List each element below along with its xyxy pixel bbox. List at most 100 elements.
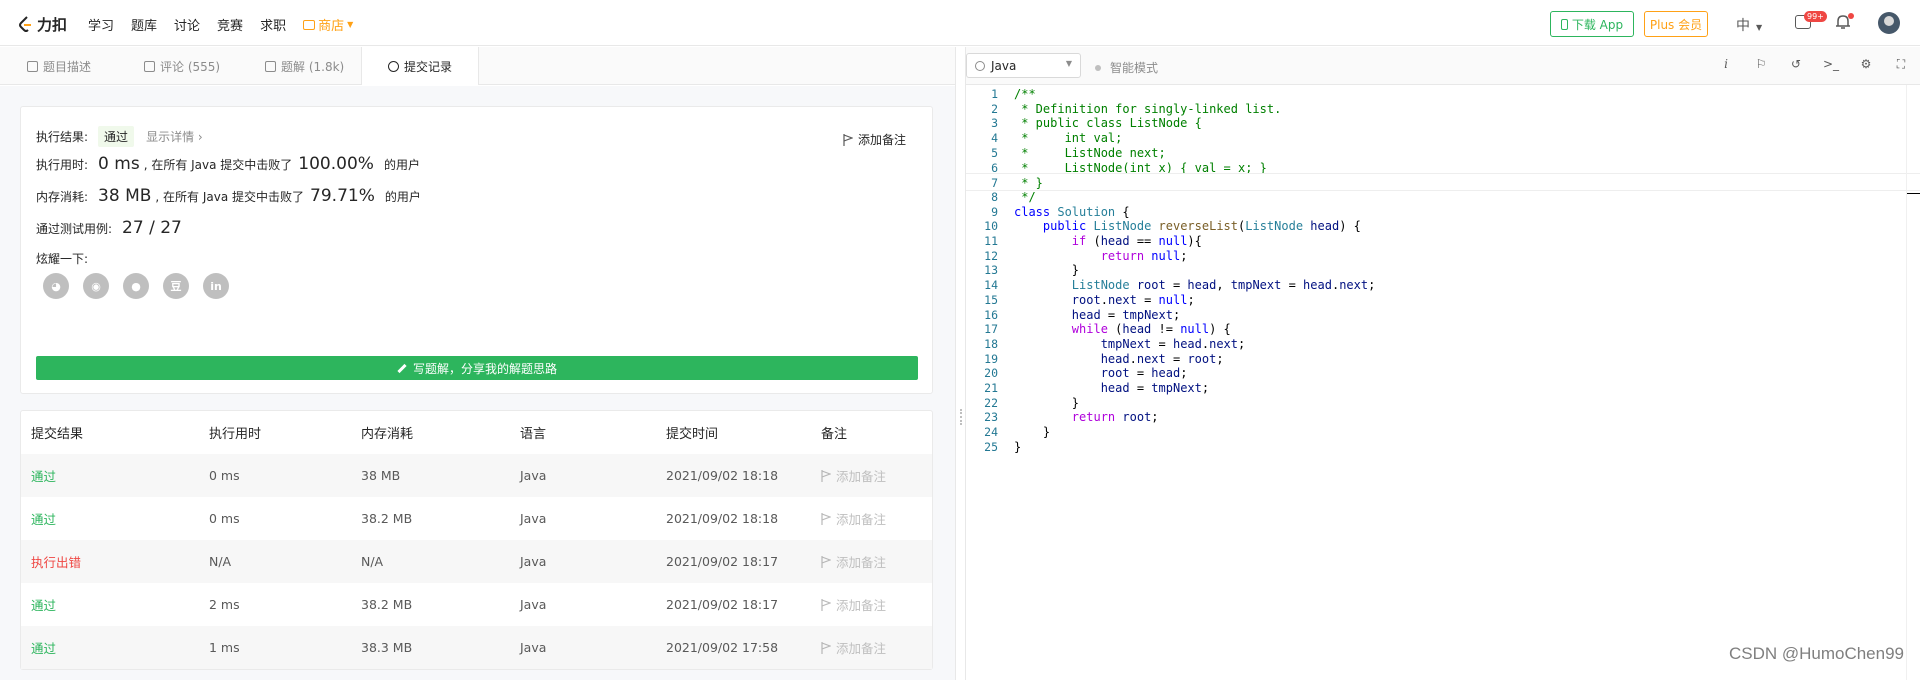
language-cell: Java (520, 468, 547, 483)
share-line: 炫耀一下: (36, 250, 98, 267)
status-label: 执行结果: (36, 130, 89, 144)
user-avatar[interactable] (1878, 12, 1900, 34)
add-note-button[interactable]: 添加备注 (843, 131, 906, 148)
weibo-icon[interactable]: ◉ (83, 273, 109, 299)
download-app-button[interactable]: 下载 App (1550, 11, 1634, 37)
code-text: } (1014, 438, 1021, 456)
add-note-cell[interactable]: 添加备注 (821, 552, 931, 571)
shop-icon (303, 19, 316, 30)
code-token: } (1014, 439, 1022, 454)
smart-mode-label: 智能模式 (1110, 61, 1159, 75)
code-line[interactable]: 25} (966, 438, 1920, 456)
info-icon[interactable]: i (1719, 57, 1733, 71)
add-note-label: 添加备注 (836, 469, 887, 484)
add-note-cell[interactable]: 添加备注 (821, 509, 931, 528)
settings-icon[interactable]: ⚙ (1859, 57, 1873, 71)
panel-splitter[interactable] (955, 47, 966, 680)
write-solution-label: 写题解，分享我的解题思路 (412, 361, 557, 376)
tests-label: 通过测试用例: (36, 222, 113, 236)
table-row[interactable]: 通过 0 ms 38.2 MB Java 2021/09/02 18:18 添加备注 (21, 497, 932, 540)
add-note-cell[interactable]: 添加备注 (821, 638, 931, 657)
result-card: 执行结果: 通过 显示详情 › 添加备注 执行用时: 0 ms , 在所有 Ja… (20, 106, 933, 394)
reset-icon[interactable]: ↺ (1789, 57, 1803, 71)
header-note: 备注 (821, 427, 848, 442)
douban-icon[interactable]: 豆 (163, 273, 189, 299)
language-select[interactable]: Java ▼ (966, 53, 1081, 78)
plus-member-button[interactable]: Plus 会员 (1644, 11, 1708, 37)
table-row[interactable]: 通过 2 ms 38.2 MB Java 2021/09/02 18:17 添加备注 (21, 583, 932, 626)
tab-comments-label: 评论 (555) (160, 59, 221, 74)
chevron-down-icon: ▼ (1065, 59, 1072, 68)
pencil-icon (397, 363, 407, 373)
table-row[interactable]: 通过 0 ms 38 MB Java 2021/09/02 18:18 添加备注 (21, 454, 932, 497)
nav-link-discuss[interactable]: 讨论 (174, 15, 200, 34)
memory-cell: 38.3 MB (361, 640, 413, 655)
nav-link-problems[interactable]: 题库 (131, 15, 157, 34)
tab-description[interactable]: 题目描述 (27, 47, 91, 85)
result-cell[interactable]: 通过 (21, 638, 209, 657)
tests-value: 27 / 27 (122, 218, 182, 238)
add-note-label: 添加备注 (836, 641, 887, 656)
top-navbar: 力扣 学习 题库 讨论 竞赛 求职 商店 ▼ 下载 App Plus 会员 中 ▼… (0, 0, 1920, 46)
add-note-label: 添加备注 (836, 555, 887, 570)
table-row[interactable]: 执行出错 N/A N/A Java 2021/09/02 18:17 添加备注 (21, 540, 932, 583)
table-header: 提交结果 执行用时 内存消耗 语言 提交时间 备注 (21, 411, 932, 454)
terminal-icon[interactable]: >_ (1823, 57, 1839, 71)
tab-comments[interactable]: 评论 (555) (144, 47, 220, 85)
comment-icon (144, 60, 155, 72)
smart-mode-toggle[interactable]: 智能模式 (1095, 59, 1158, 76)
tab-solutions[interactable]: 题解 (1.8k) (265, 47, 344, 85)
runtime-value: 0 ms (98, 154, 140, 174)
watermark: CSDN @HumoChen99 (1728, 644, 1904, 663)
tab-submissions[interactable]: 提交记录 (361, 47, 479, 85)
result-cell[interactable]: 通过 (21, 466, 209, 485)
editor-toolbar: Java ▼ 智能模式 i ⚐ ↺ >_ ⚙ ⛶ (966, 47, 1920, 85)
add-note-cell[interactable]: 添加备注 (821, 466, 931, 485)
info-icon (975, 60, 985, 71)
result-cell[interactable]: 通过 (21, 595, 209, 614)
memory-label: 内存消耗: (36, 190, 89, 204)
language-label: 中 (1736, 18, 1750, 34)
add-note-cell[interactable]: 添加备注 (821, 595, 931, 614)
tab-description-label: 题目描述 (43, 59, 92, 74)
result-cell[interactable]: 通过 (21, 509, 209, 528)
runtime-cell: 0 ms (209, 511, 240, 526)
linkedin-icon[interactable]: in (203, 273, 229, 299)
header-language: 语言 (520, 427, 547, 442)
submit-time-cell: 2021/09/02 17:58 (666, 640, 779, 655)
runtime-label: 执行用时: (36, 158, 89, 172)
fullscreen-icon[interactable]: ⛶ (1894, 57, 1908, 71)
submit-time-cell: 2021/09/02 18:17 (666, 554, 779, 569)
language-cell: Java (520, 640, 547, 655)
cursor-position-marker (1907, 193, 1920, 194)
nav-link-shop[interactable]: 商店 ▼ (303, 15, 353, 34)
splitter-grip[interactable] (960, 409, 962, 425)
code-editor[interactable]: 1/** 2 * Definition for singly-linked lis… (966, 85, 1920, 680)
table-body: 通过 0 ms 38 MB Java 2021/09/02 18:18 添加备注 通过 0 m… (21, 454, 932, 669)
download-app-label: 下载 App (1571, 17, 1624, 32)
dot-icon (1095, 64, 1101, 71)
result-cell[interactable]: 执行出错 (21, 552, 209, 571)
main-nav: 学习 题库 讨论 竞赛 求职 商店 ▼ (88, 15, 370, 34)
flag-icon[interactable]: ⚐ (1754, 57, 1768, 71)
header-result: 提交结果 (31, 427, 84, 442)
runtime-cell: N/A (209, 554, 232, 569)
qq-icon[interactable]: ● (123, 273, 149, 299)
show-details-link[interactable]: 显示详情 › (146, 128, 203, 145)
flag-icon (821, 598, 831, 611)
table-row[interactable]: 通过 1 ms 38.3 MB Java 2021/09/02 17:58 添加备注 (21, 626, 932, 669)
editor-scrollbar[interactable] (1906, 85, 1907, 680)
language-select-value: Java (991, 58, 1017, 73)
nav-link-jobs[interactable]: 求职 (260, 15, 286, 34)
memory-suffix: 的用户 (384, 190, 421, 204)
nav-link-contest[interactable]: 竞赛 (217, 15, 243, 34)
nav-link-learn[interactable]: 学习 (88, 15, 114, 34)
leetcode-logo[interactable]: 力扣 (18, 14, 67, 35)
wechat-icon[interactable]: ◕ (43, 273, 69, 299)
flag-icon (843, 133, 853, 146)
write-solution-button[interactable]: 写题解，分享我的解题思路 (36, 356, 918, 380)
add-note-label: 添加备注 (857, 133, 906, 147)
language-selector[interactable]: 中 ▼ (1736, 15, 1762, 35)
line-number: 25 (984, 439, 998, 454)
shop-label: 商店 (318, 19, 345, 34)
